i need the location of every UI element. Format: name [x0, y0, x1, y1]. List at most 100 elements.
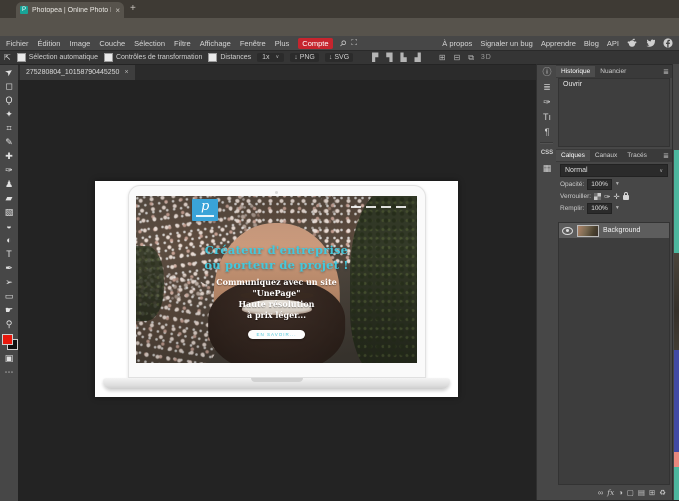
fill-value[interactable]: 100% — [587, 203, 612, 214]
menu-image[interactable]: Image — [69, 39, 90, 48]
link-signaler-bug[interactable]: Signaler un bug — [480, 39, 533, 48]
browser-tab[interactable]: P Photopea | Online Photo Editor × — [16, 2, 124, 18]
layer-row-background[interactable]: Background — [559, 223, 669, 238]
link-api[interactable]: API — [607, 39, 619, 48]
ad-banner-strip[interactable] — [672, 64, 679, 500]
checkbox-icon[interactable] — [17, 53, 26, 62]
transform-controls-checkbox[interactable]: Contrôles de transformation — [104, 53, 202, 62]
panel-menu-icon[interactable]: ≣ — [660, 152, 672, 160]
image-panel-icon[interactable]: ▦ — [537, 161, 557, 176]
tab-nuancier[interactable]: Nuancier — [595, 66, 631, 77]
menu-couche[interactable]: Couche — [99, 39, 125, 48]
tab-close-icon[interactable]: × — [115, 6, 120, 15]
lock-move-icon[interactable]: ✛ — [613, 192, 619, 201]
chevron-down-icon[interactable]: ▼ — [615, 205, 620, 211]
layer-thumbnail[interactable] — [577, 225, 599, 237]
open-document[interactable]: p Créateur d'entreprise ou porteur de pr… — [95, 181, 458, 397]
history-entry[interactable]: Ouvrir — [559, 79, 669, 90]
adjustment-layer-icon[interactable]: ◑ — [618, 488, 623, 497]
menu-fenetre[interactable]: Fenêtre — [240, 39, 266, 48]
tool-hand-button[interactable]: ☛ — [0, 303, 18, 317]
character-panel-icon[interactable]: Tı — [537, 110, 557, 125]
tool-crop-button[interactable]: ⌗ — [0, 121, 18, 135]
layers-arrange-icon[interactable]: ⧉ — [468, 53, 474, 63]
layer-visibility-eye-icon[interactable] — [562, 227, 573, 235]
3d-label[interactable]: 3D — [481, 54, 492, 61]
fullscreen-icon[interactable]: ⛶ — [351, 38, 357, 48]
tool-magic-wand-button[interactable]: ✦ — [0, 107, 18, 121]
facebook-icon[interactable] — [663, 38, 673, 48]
link-layers-icon[interactable]: ∞ — [598, 488, 603, 497]
tool-brush-button[interactable]: ✑ — [0, 163, 18, 177]
more-tools-button[interactable]: ⋯ — [0, 365, 18, 379]
lock-all-icon[interactable] — [623, 195, 629, 200]
panel-menu-icon[interactable]: ≣ — [660, 68, 672, 76]
opacity-value[interactable]: 100% — [587, 179, 612, 190]
tool-eyedropper-button[interactable]: ✎ — [0, 135, 18, 149]
distribute-icon[interactable]: ⊞ — [439, 53, 446, 62]
color-swatches[interactable] — [0, 333, 18, 349]
tool-clone-stamp-button[interactable]: ♟ — [0, 177, 18, 191]
link-apprendre[interactable]: Apprendre — [541, 39, 576, 48]
tool-path-select-button[interactable]: ➢ — [0, 275, 18, 289]
menu-edition[interactable]: Édition — [38, 39, 61, 48]
menu-selection[interactable]: Sélection — [134, 39, 165, 48]
lock-transparency-icon[interactable] — [594, 193, 601, 200]
chevron-down-icon[interactable]: ▼ — [615, 181, 620, 187]
tool-blur-button[interactable]: ◒ — [0, 219, 18, 233]
export-png-button[interactable]: ↓ PNG — [290, 53, 319, 62]
new-tab-button[interactable]: + — [130, 3, 136, 14]
document-tab-close-icon[interactable]: × — [124, 69, 128, 76]
checkbox-icon[interactable] — [208, 53, 217, 62]
tab-canaux[interactable]: Canaux — [590, 150, 622, 161]
tool-spot-healing-button[interactable]: ✚ — [0, 149, 18, 163]
zoom-select[interactable]: 1x ∨ — [257, 53, 284, 62]
auto-select-checkbox[interactable]: Sélection automatique — [17, 53, 98, 62]
css-panel-icon[interactable]: CSS — [537, 146, 557, 161]
adjustments-icon[interactable]: ≣ — [537, 80, 557, 95]
tool-eraser-button[interactable]: ▰ — [0, 191, 18, 205]
layer-mask-icon[interactable]: ▢ — [627, 488, 634, 497]
account-button[interactable]: Compte — [298, 38, 332, 49]
align-right-icon[interactable]: ▙ — [400, 53, 406, 62]
align-center-icon[interactable]: ▜ — [386, 53, 392, 62]
tab-calques[interactable]: Calques — [556, 150, 590, 161]
tool-zoom-button[interactable]: ⚲ — [0, 317, 18, 331]
menu-search-icon[interactable]: ⚲ — [337, 38, 348, 49]
link-a-propos[interactable]: À propos — [442, 39, 472, 48]
screen-mode-button[interactable]: ▣ — [0, 351, 18, 365]
twitter-icon[interactable] — [645, 38, 655, 48]
reddit-icon[interactable] — [627, 38, 637, 48]
menu-filtre[interactable]: Filtre — [174, 39, 191, 48]
tool-shape-button[interactable]: ▭ — [0, 289, 18, 303]
delete-layer-icon[interactable]: ♻ — [659, 488, 666, 497]
tool-type-button[interactable]: T — [0, 247, 18, 261]
align-left-icon[interactable]: ▛ — [372, 53, 378, 62]
distribute-icon[interactable]: ⊟ — [453, 53, 460, 62]
align-top-icon[interactable]: ▟ — [415, 53, 421, 62]
document-tab[interactable]: 275280804_10158790445250 × — [20, 65, 135, 80]
blend-mode-select[interactable]: Normal ∨ — [560, 164, 668, 177]
tool-rectangle-select-button[interactable]: ◻ — [0, 79, 18, 93]
tool-dodge-button[interactable]: ◐ — [0, 233, 18, 247]
link-blog[interactable]: Blog — [584, 39, 599, 48]
brush-settings-icon[interactable]: ✑ — [537, 95, 557, 110]
new-layer-icon[interactable]: ⊞ — [649, 488, 655, 497]
foreground-color-swatch[interactable] — [2, 334, 13, 345]
distances-checkbox[interactable]: Distances — [208, 53, 251, 62]
lock-paint-icon[interactable]: ✑ — [604, 192, 610, 201]
paragraph-panel-icon[interactable]: ¶ — [537, 125, 557, 140]
tab-traces[interactable]: Tracés — [622, 150, 652, 161]
menu-affichage[interactable]: Affichage — [200, 39, 231, 48]
tool-pen-button[interactable]: ✒ — [0, 261, 18, 275]
new-group-icon[interactable]: ▤ — [638, 488, 645, 497]
tab-historique[interactable]: Historique — [556, 66, 595, 77]
menu-plus[interactable]: Plus — [275, 39, 290, 48]
canvas-area[interactable]: p Créateur d'entreprise ou porteur de pr… — [18, 80, 536, 500]
menu-fichier[interactable]: Fichier — [6, 39, 29, 48]
tool-gradient-button[interactable]: ▧ — [0, 205, 18, 219]
tool-lasso-button[interactable]: Ϙ — [0, 93, 18, 107]
export-svg-button[interactable]: ↓ SVG — [325, 53, 353, 62]
info-icon[interactable]: ⓘ — [537, 65, 557, 80]
checkbox-icon[interactable] — [104, 53, 113, 62]
